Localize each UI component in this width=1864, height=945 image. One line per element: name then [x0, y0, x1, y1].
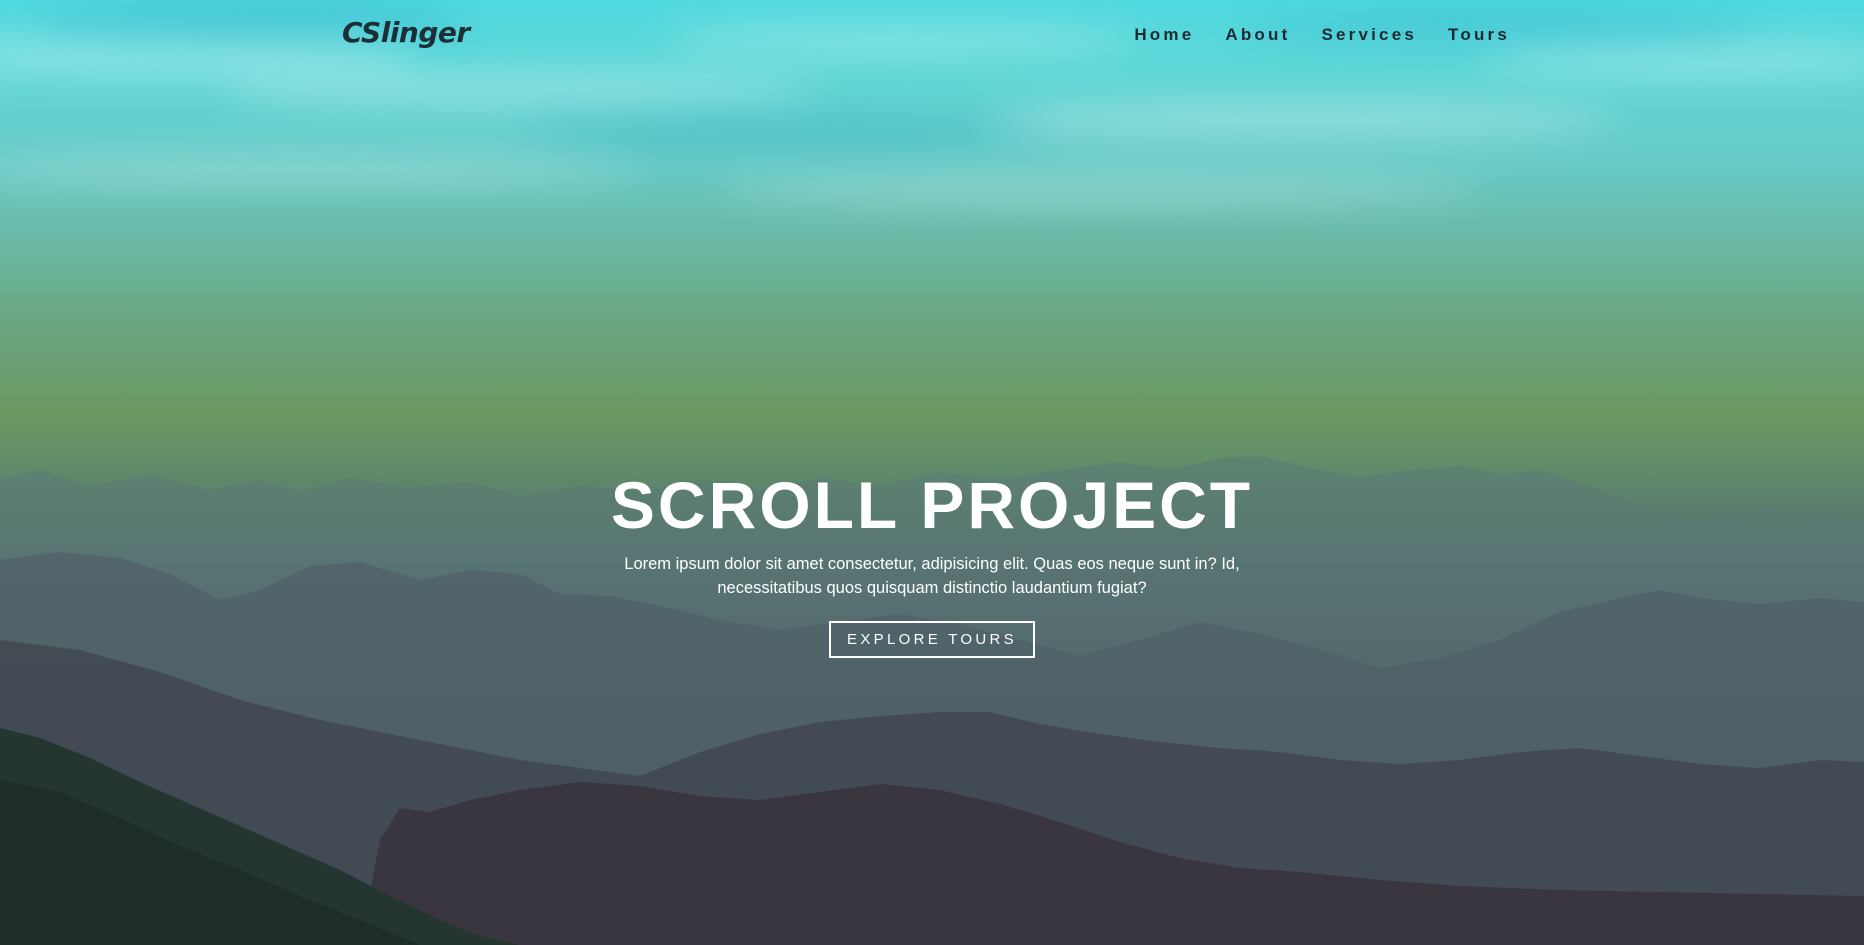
- nav-link-about[interactable]: About: [1225, 25, 1290, 45]
- hero-background: CSlinger Home About Services Tours SCROL…: [0, 0, 1864, 945]
- nav-link-home[interactable]: Home: [1134, 25, 1194, 45]
- navbar: CSlinger Home About Services Tours: [0, 0, 1864, 72]
- nav-link-tours[interactable]: Tours: [1448, 25, 1510, 45]
- nav-links: Home About Services Tours: [1134, 25, 1510, 45]
- hero-banner: SCROLL PROJECT Lorem ipsum dolor sit ame…: [0, 468, 1864, 658]
- brand-logo[interactable]: CSlinger: [342, 16, 470, 49]
- banner-description: Lorem ipsum dolor sit amet consectetur, …: [624, 555, 1240, 597]
- nav-link-services[interactable]: Services: [1321, 25, 1417, 45]
- explore-tours-button[interactable]: EXPLORE TOURS: [829, 621, 1035, 658]
- banner-title: SCROLL PROJECT: [610, 468, 1254, 542]
